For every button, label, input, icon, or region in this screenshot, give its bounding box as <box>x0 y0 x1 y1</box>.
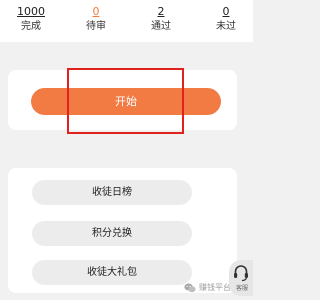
stat-completed-value[interactable]: 1000 <box>8 5 54 18</box>
stats-bar: 1000 完成 0 待审 2 通过 0 未过 <box>0 0 253 42</box>
stat-pending-label: 待审 <box>86 21 106 32</box>
stat-completed[interactable]: 1000 完成 <box>8 5 54 33</box>
stat-rejected-value[interactable]: 0 <box>203 5 249 18</box>
stat-rejected-label: 未过 <box>216 21 236 32</box>
apprentice-daily-ranking-button[interactable]: 收徒日榜 <box>32 180 192 205</box>
start-card: 开始 <box>8 70 237 130</box>
stat-approved-value[interactable]: 2 <box>138 5 184 18</box>
points-exchange-button[interactable]: 积分兑换 <box>32 221 192 246</box>
customer-service-label: 客服 <box>235 285 248 292</box>
headset-icon <box>233 264 249 286</box>
stat-approved-label: 通过 <box>151 21 171 32</box>
apprentice-gift-pack-button[interactable]: 收徒大礼包 <box>32 260 192 285</box>
stat-pending-value[interactable]: 0 <box>73 5 119 18</box>
wechat-icon <box>184 283 196 293</box>
stat-rejected[interactable]: 0 未过 <box>203 5 249 33</box>
menu-card: 收徒日榜 积分兑换 收徒大礼包 <box>8 168 237 293</box>
customer-service-button[interactable]: 客服 <box>229 260 253 296</box>
stat-completed-label: 完成 <box>21 21 41 32</box>
stat-pending[interactable]: 0 待审 <box>73 5 119 33</box>
stat-approved[interactable]: 2 通过 <box>138 5 184 33</box>
start-button[interactable]: 开始 <box>31 88 221 115</box>
